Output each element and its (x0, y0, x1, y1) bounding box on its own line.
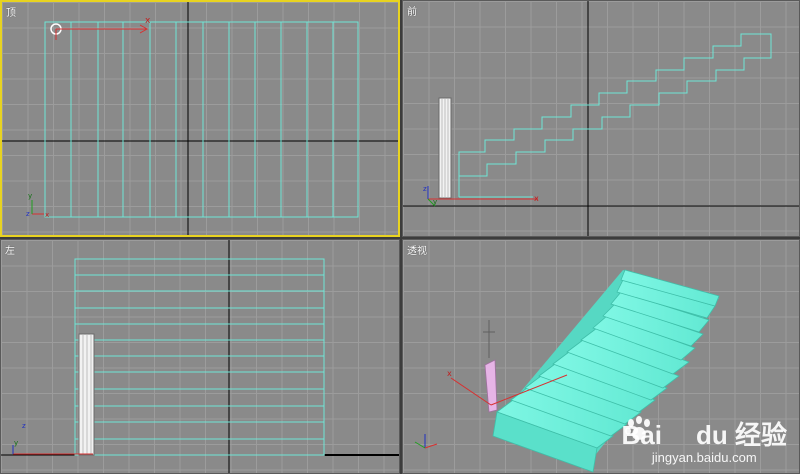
figure-box (78, 333, 95, 456)
svg-text:x: x (447, 369, 452, 378)
svg-text:z: z (26, 210, 30, 218)
viewport-label-perspective[interactable]: 透视 (407, 242, 427, 257)
viewport-front[interactable]: x z y 前 (402, 0, 800, 237)
stair-step-lines (70, 22, 334, 217)
watermark-url: jingyan.baidu.com (651, 450, 757, 465)
viewport-perspective[interactable]: x 透视 Baidu 经验 jingyan.baidu.com (402, 239, 800, 474)
top-view-canvas: x y x z (2, 2, 398, 235)
svg-text:z: z (22, 422, 26, 430)
front-view-canvas: x z y (403, 1, 799, 236)
viewport-label-front[interactable]: 前 (407, 3, 417, 18)
viewport-label-left[interactable]: 左 (5, 242, 15, 257)
svg-text:x: x (45, 211, 49, 219)
viewport-top[interactable]: x y x z 顶 (0, 0, 400, 237)
baidu-watermark: Baidu 经验 jingyan.baidu.com (622, 415, 787, 465)
stair-side-outline (74, 258, 325, 456)
svg-text:y: y (433, 198, 437, 206)
stair-tread-lines (75, 274, 324, 440)
figure-model (483, 320, 498, 413)
stair-profile (458, 33, 772, 197)
watermark-brand: Baidu 经验 (622, 415, 787, 452)
stair-outline (44, 21, 359, 218)
left-view-canvas: z y (1, 240, 399, 473)
viewport-left[interactable]: z y 左 (0, 239, 400, 474)
svg-text:x: x (534, 194, 539, 203)
svg-text:y: y (14, 439, 18, 447)
paw-icon (624, 416, 696, 451)
svg-text:y: y (28, 192, 32, 200)
gizmo-x-label: x (145, 16, 151, 26)
svg-text:z: z (423, 185, 427, 193)
viewport-label-top[interactable]: 顶 (6, 4, 16, 19)
